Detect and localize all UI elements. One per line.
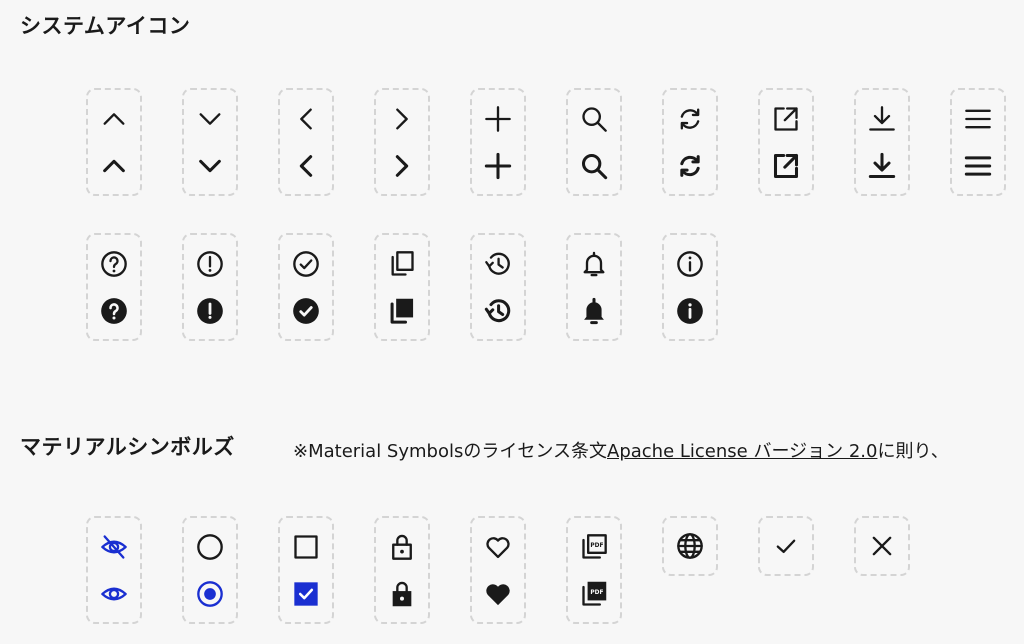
icon-cell-chevron-left[interactable] — [278, 88, 334, 196]
icon-cell-history[interactable] — [470, 233, 526, 341]
menu-bold-icon — [964, 156, 992, 176]
download-icon — [869, 106, 895, 131]
search-icon — [582, 107, 607, 132]
pdf-filled-icon: PDF — [582, 581, 607, 606]
icon-cell-external-link[interactable] — [758, 88, 814, 196]
chevron-down-icon — [199, 113, 221, 125]
icon-cell-chevron-up[interactable] — [86, 88, 142, 196]
icon-cell-copy[interactable] — [374, 233, 430, 341]
help-filled-icon — [101, 298, 127, 324]
icon-cell-bell[interactable] — [566, 233, 622, 341]
icon-cell-pdf[interactable]: PDF PDF — [566, 516, 622, 624]
checkbox-checked-icon — [294, 582, 318, 606]
menu-icon — [965, 109, 991, 129]
plus-bold-icon — [484, 152, 512, 180]
plus-icon — [485, 106, 511, 132]
icon-cell-info[interactable] — [662, 233, 718, 341]
radio-unchecked-icon — [197, 534, 223, 560]
chevron-left-icon — [300, 108, 312, 130]
external-link-bold-icon — [773, 153, 799, 179]
license-note: ※Material Symbolsのライセンス条文Apache License … — [293, 437, 949, 463]
chevron-left-bold-icon — [299, 155, 313, 177]
icon-cell-refresh[interactable] — [662, 88, 718, 196]
icon-cell-language[interactable] — [662, 516, 718, 576]
icon-cell-plus[interactable] — [470, 88, 526, 196]
lock-open-icon — [392, 534, 412, 560]
section-title-material-symbols: マテリアルシンボルズ — [20, 435, 235, 459]
refresh-bold-icon — [680, 155, 700, 177]
info-outline-icon — [677, 251, 703, 277]
icon-cell-search[interactable] — [566, 88, 622, 196]
icon-cell-chevron-right[interactable] — [374, 88, 430, 196]
chevron-up-icon — [103, 113, 125, 125]
visibility-icon — [101, 587, 127, 601]
history-icon — [485, 252, 510, 275]
checkbox-unchecked-icon — [294, 535, 318, 559]
icon-cell-close[interactable] — [854, 516, 910, 576]
icon-cell-chevron-down[interactable] — [182, 88, 238, 196]
icon-cell-download[interactable] — [854, 88, 910, 196]
copy-filled-icon — [390, 298, 414, 324]
heart-filled-icon — [486, 584, 510, 606]
search-bold-icon — [581, 153, 608, 180]
close-icon — [872, 536, 892, 556]
external-link-icon — [774, 107, 798, 131]
radio-checked-icon — [197, 581, 223, 607]
icon-cell-check-circle[interactable] — [278, 233, 334, 341]
chevron-down-bold-icon — [199, 159, 221, 173]
pdf-outline-icon: PDF — [582, 534, 607, 559]
lock-filled-icon — [392, 581, 412, 607]
icon-cell-check[interactable] — [758, 516, 814, 576]
check-circle-filled-icon — [293, 298, 319, 324]
globe-icon — [677, 533, 703, 559]
icon-cell-radio-button[interactable] — [182, 516, 238, 624]
refresh-icon — [680, 108, 700, 130]
icon-cell-visibility[interactable] — [86, 516, 142, 624]
icon-cell-lock[interactable] — [374, 516, 430, 624]
icon-cell-help[interactable] — [86, 233, 142, 341]
info-filled-icon — [677, 298, 703, 324]
svg-text:PDF: PDF — [590, 543, 603, 549]
svg-text:PDF: PDF — [590, 590, 603, 596]
history-bold-icon — [484, 299, 511, 323]
check-icon — [776, 539, 796, 553]
alert-outline-icon — [197, 251, 223, 277]
heart-outline-icon — [486, 537, 510, 559]
check-circle-outline-icon — [293, 251, 319, 277]
license-note-prefix: ※Material Symbolsのライセンス条文 — [293, 441, 607, 462]
icon-cell-checkbox[interactable] — [278, 516, 334, 624]
chevron-up-bold-icon — [103, 159, 125, 173]
section-title-system-icons: システムアイコン — [20, 14, 191, 38]
help-outline-icon — [101, 251, 127, 277]
bell-outline-icon — [583, 251, 605, 277]
icon-cell-menu[interactable] — [950, 88, 1006, 196]
bell-filled-icon — [584, 297, 604, 325]
visibility-off-icon — [101, 535, 127, 559]
chevron-right-icon — [396, 108, 408, 130]
license-note-suffix: に則り、 — [877, 441, 949, 462]
icon-cell-favorite[interactable] — [470, 516, 526, 624]
download-bold-icon — [868, 152, 896, 179]
copy-outline-icon — [391, 251, 414, 276]
alert-filled-icon — [197, 298, 223, 324]
chevron-right-bold-icon — [395, 155, 409, 177]
icon-cell-alert[interactable] — [182, 233, 238, 341]
apache-license-link[interactable]: Apache License バージョン 2.0 — [607, 441, 877, 462]
